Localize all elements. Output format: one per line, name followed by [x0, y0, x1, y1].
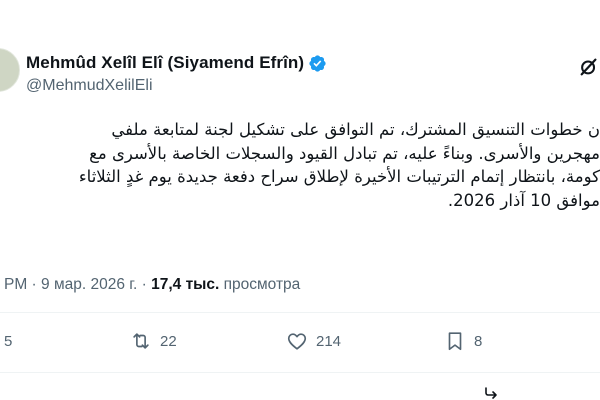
retweet-button[interactable]: 22 [130, 330, 177, 352]
divider [0, 312, 600, 313]
bookmark-count: 8 [474, 332, 483, 350]
timestamp[interactable]: PM · 9 мар. 2026 г. · [4, 276, 151, 293]
author-block: Mehmûd Xelîl Elî (Siyamend Efrîn) @Mehmu… [26, 52, 327, 95]
retweet-icon [133, 333, 149, 349]
like-count: 214 [316, 332, 342, 350]
tweet-text: ن خطوات التنسيق المشترك، تم التوافق على … [0, 118, 600, 248]
views-label: просмотра [219, 276, 301, 293]
grok-icon[interactable] [578, 56, 600, 78]
divider [0, 372, 600, 373]
tweet-line: موافق 10 آذار 2026. [447, 191, 600, 211]
display-name[interactable]: Mehmûd Xelîl Elî (Siyamend Efrîn) [26, 53, 304, 73]
reply-arrow-icon[interactable] [483, 384, 499, 400]
avatar[interactable] [0, 48, 20, 92]
tweet-meta: PM · 9 мар. 2026 г. · 17,4 тыс. просмотр… [4, 276, 300, 294]
heart-icon [287, 333, 307, 350]
retweet-count: 22 [160, 332, 177, 350]
bookmark-icon [448, 332, 462, 351]
tweet-line: ن خطوات التنسيق المشترك، تم التوافق على … [111, 120, 600, 139]
bookmark-button[interactable]: 8 [444, 330, 482, 352]
handle[interactable]: @MehmudXelilEli [26, 77, 327, 95]
like-button[interactable]: 214 [286, 330, 341, 352]
verified-badge-icon [309, 54, 326, 72]
tweet-line: مهجرين والأسرى. وبناءً عليه، تم تبادل ال… [89, 143, 600, 163]
views-count: 17,4 тыс. [151, 276, 220, 293]
tweet-line: كومة، بانتظار إتمام الترتيبات الأخيرة لإ… [78, 167, 600, 187]
reply-count[interactable]: 5 [4, 333, 12, 350]
